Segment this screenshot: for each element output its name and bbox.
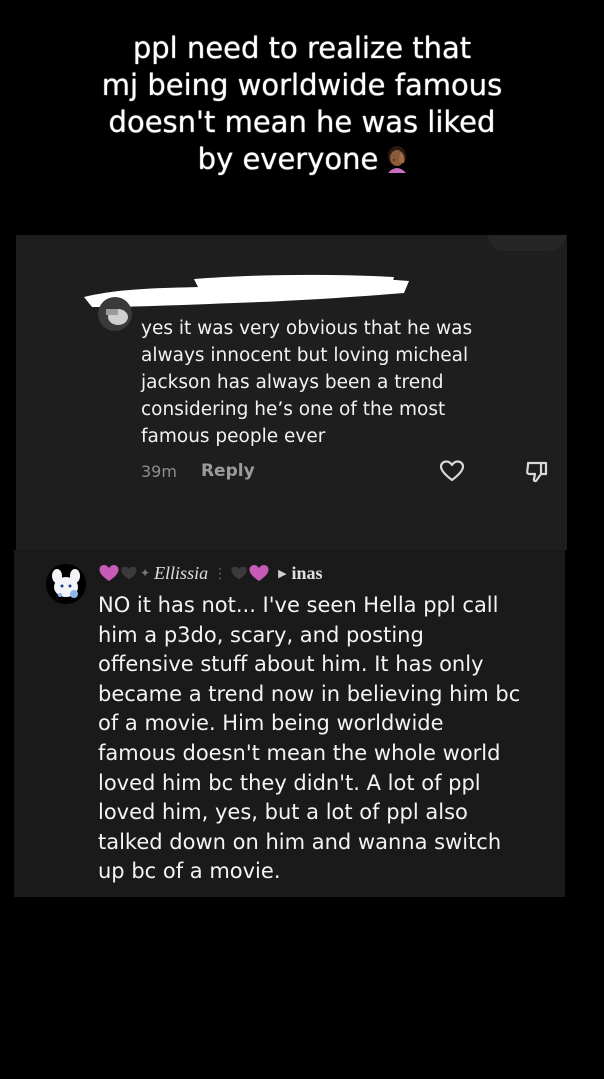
dislike-icon[interactable] — [524, 459, 550, 485]
reply-card: ✦ Ellissia ⋮ ▶ inas NO it has not... I'v… — [14, 550, 565, 897]
comment-text: NO it has not... I've seen Hella ppl cal… — [98, 591, 558, 887]
comment-line: talked down on him and wanna switch — [98, 829, 502, 854]
caption-line-last: by everyone — [197, 141, 407, 178]
comment-line: jackson has always been a trend — [141, 372, 444, 393]
comment-line: him a p3do, scary, and posting — [98, 622, 424, 647]
comment-line: considering he’s one of the most — [141, 399, 446, 420]
avatar-image — [46, 564, 86, 604]
comment-author[interactable]: Ellissia — [154, 563, 208, 584]
woman-facepalming-emoji — [388, 146, 407, 173]
caption-line: doesn't mean he was liked — [108, 105, 496, 139]
black-heart-icon — [121, 566, 137, 580]
divider-icon: ⋮ — [213, 564, 228, 581]
reply-button[interactable]: Reply — [201, 461, 255, 481]
caption-line: by everyone — [197, 142, 379, 176]
comment-line: became a trend now in believing him bc — [98, 681, 521, 706]
comment-line: offensive stuff about him. It has only — [98, 652, 484, 677]
comment-meta: 39m Reply — [141, 461, 255, 481]
overlay-caption: ppl need to realize that mj being worldw… — [0, 30, 604, 178]
pink-heart-icon — [99, 565, 119, 581]
comment-line: loved him bc they didn't. A lot of ppl — [98, 770, 481, 795]
avatar[interactable] — [98, 297, 132, 331]
pink-heart-icon — [249, 565, 269, 581]
comment-line: famous doesn't mean the whole world — [98, 740, 501, 765]
avatar[interactable] — [46, 564, 86, 604]
card-top-tab — [488, 235, 566, 251]
comment-line: always innocent but loving micheal — [141, 345, 469, 366]
heart-outline-icon[interactable] — [439, 459, 465, 483]
comment-line: loved him, yes, but a lot of ppl also — [98, 800, 468, 825]
comment-line: yes it was very obvious that he was — [141, 318, 473, 339]
comment-line: famous people ever — [141, 426, 326, 447]
comment-timestamp: 39m — [141, 461, 177, 481]
comment-line: up bc of a movie. — [98, 859, 281, 884]
reply-to-username[interactable]: inas — [292, 563, 323, 584]
caption-line: mj being worldwide famous — [101, 68, 503, 102]
sparkle-icon: ✦ — [140, 566, 151, 580]
comment-header: ✦ Ellissia ⋮ ▶ inas — [98, 560, 323, 586]
caption-line: ppl need to realize that — [132, 31, 472, 65]
black-heart-icon — [231, 566, 247, 580]
comment-text: yes it was very obvious that he was alwa… — [141, 315, 551, 450]
comment-card: yes it was very obvious that he was alwa… — [16, 235, 567, 550]
comment-line: NO it has not... I've seen Hella ppl cal… — [98, 593, 499, 617]
play-arrow-icon: ▶ — [278, 567, 287, 580]
comment-line: of a movie. Him being worldwide — [98, 711, 444, 736]
avatar-image — [98, 297, 132, 331]
